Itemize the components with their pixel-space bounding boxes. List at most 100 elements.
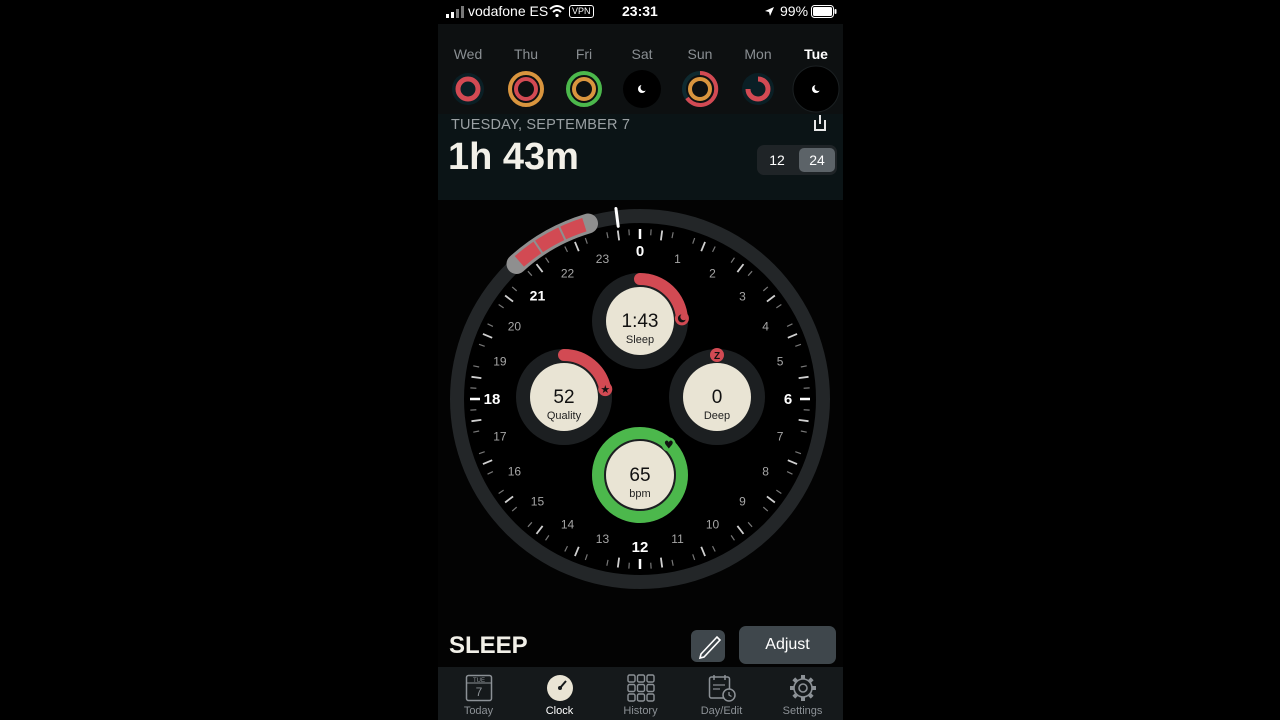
battery-percent: 99% [780,3,809,19]
hour-label: 1 [674,252,681,266]
deep-value: 0 [712,387,723,408]
tab-label: History [623,705,658,717]
carrier-name: vodafone ES [468,3,549,19]
quality-label: Quality [547,410,582,422]
adjust-button[interactable]: Adjust [739,626,836,664]
tab-label: Settings [782,705,823,717]
format-24-button[interactable]: 24 [799,148,835,172]
day-label: Wed [453,46,483,62]
clock-icon [546,675,573,701]
sleep-clock-dial[interactable]: 0 1234567891011121314151617181920212223 1… [438,200,843,600]
moon-icon-cut [680,313,688,321]
hour-label: 11 [671,532,684,546]
hour-label: 21 [530,287,546,303]
star-icon: ★ [600,383,610,396]
tab-label: Day/Edit [700,705,743,717]
hour-label: 19 [493,354,507,368]
moon-icon [623,70,661,108]
activity-ring-icon [742,73,774,105]
vpn-badge: VPN [569,5,594,18]
wifi-icon [549,5,565,17]
hour-label: 14 [561,518,575,532]
day-label: Mon [744,46,772,62]
date-label: TUESDAY, SEPTEMBER 7 [451,117,631,133]
sleep-value: 1:43 [622,311,659,332]
format-12-button[interactable]: 12 [759,148,795,172]
hour-label: 7 [777,430,784,444]
hour-label: 3 [739,289,746,303]
signal-icon [446,6,464,18]
phone-screen: vodafone ES VPN 23:31 99% Wed Thu Fri Sa… [438,0,843,720]
activity-ring-icon [566,71,602,107]
day-label: Sat [631,46,653,62]
share-icon[interactable] [812,115,828,131]
deep-label: Deep [704,410,730,422]
day-summary: TUESDAY, SEPTEMBER 7 1h 43m 12 24 [438,114,843,200]
hour-label: 23 [596,252,610,266]
hour-label: 16 [508,465,522,479]
tab-bar: TUE 7 Today Clock History Day/Edit Setti… [438,667,843,720]
heart-gauge[interactable]: 65 bpm ♥ [592,427,688,523]
activity-ring-icon [508,71,544,107]
heart-value: 65 [629,465,650,486]
tab-clock[interactable]: Clock [519,667,600,720]
hour-label: 2 [709,266,716,280]
sleep-duration: 1h 43m [448,136,579,178]
day-mon[interactable]: Mon [734,46,782,110]
calendar-day-text: TUE [473,678,485,684]
hour-label: 8 [762,465,769,479]
moon-icon [792,65,840,113]
location-arrow-icon [765,7,774,16]
heart-icon: ♥ [664,438,674,451]
tab-settings[interactable]: Settings [762,667,843,720]
quality-gauge[interactable]: 52 Quality ★ [516,349,613,445]
tab-label: Clock [545,705,574,717]
heart-label: bpm [629,488,650,500]
day-thu[interactable]: Thu [502,46,550,110]
hour-label: 20 [508,320,522,334]
day-tue[interactable]: Tue [792,46,840,113]
tab-label: Today [463,705,494,717]
day-label: Fri [575,46,593,62]
quality-value: 52 [553,387,574,408]
hour-label: 22 [561,266,575,280]
day-label: Sun [687,46,713,62]
tab-today[interactable]: TUE 7 Today [438,667,519,720]
day-sat[interactable]: Sat [618,46,666,110]
calendar-icon: TUE 7 [465,674,492,702]
activity-ring-icon [452,73,484,105]
z-icon: Z [714,351,720,362]
hour-label: 18 [484,391,501,408]
pencil-icon [698,635,722,660]
battery-icon [811,5,837,18]
hour-label: 10 [706,518,720,532]
hour-label: 9 [739,495,746,509]
calendar-date-text: 7 [475,685,482,699]
tab-history[interactable]: History [600,667,681,720]
hour-label: 15 [531,495,545,509]
hour-label: 17 [493,430,507,444]
day-sun[interactable]: Sun [676,46,724,110]
calendar-clock-icon [708,675,736,702]
sleep-clock-area: 0 1 2 3 4 5 6 7 8 9 10 11 12 13 14 15 16 17 18 19 20 21 22 23 1… [438,200,843,667]
gear-icon [789,675,816,701]
week-strip: Wed Thu Fri Sat Sun Mon Tue [438,24,843,120]
edit-button[interactable] [691,630,725,662]
hour-label: 4 [762,320,769,334]
day-label: Thu [513,46,539,62]
grid-icon [626,674,655,702]
day-fri[interactable]: Fri [560,46,608,110]
hour-label: 0 [636,243,644,260]
gear-body [792,678,813,698]
tab-day-edit[interactable]: Day/Edit [681,667,762,720]
section-title: SLEEP [449,632,528,659]
day-label: Tue [804,46,828,62]
activity-ring-icon [682,70,719,107]
hour-label: 5 [777,354,784,368]
clock-time: 23:31 [622,3,658,19]
sleep-label: Sleep [626,334,654,346]
hour-label: 12 [632,539,649,556]
hour-label: 13 [596,532,610,546]
day-wed[interactable]: Wed [444,46,492,110]
status-bar: vodafone ES VPN 23:31 99% [438,0,843,24]
